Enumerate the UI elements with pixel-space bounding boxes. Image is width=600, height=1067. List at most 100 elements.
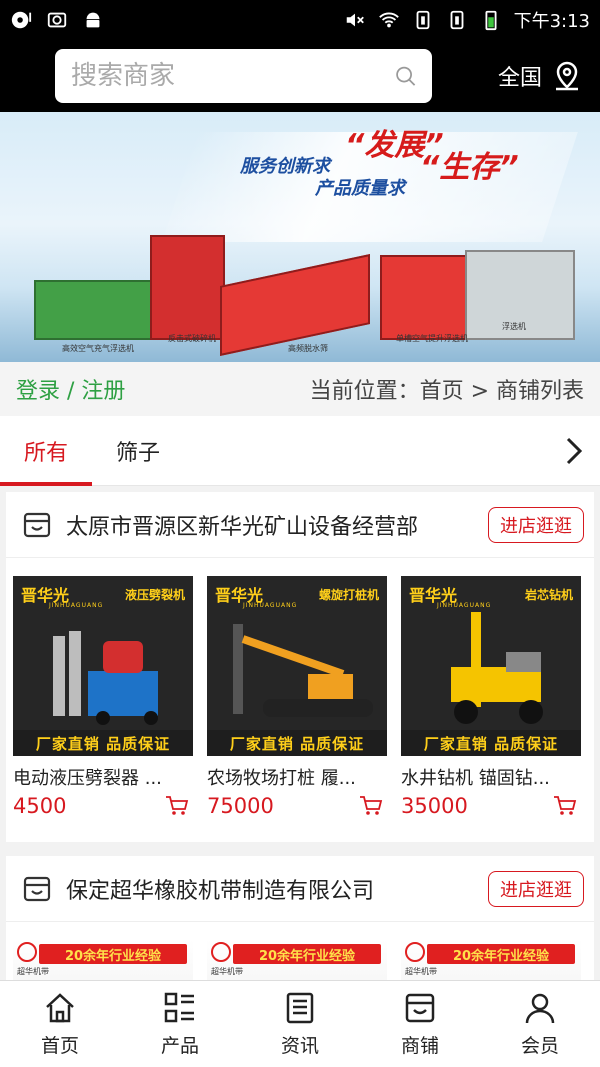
- status-time: 下午3:13: [513, 11, 590, 32]
- product-strip: 厂家直销 品质保证: [207, 730, 387, 756]
- product-price: 75000: [207, 794, 274, 818]
- disc-icon: [11, 11, 32, 29]
- shop-card: 太原市晋源区新华光矿山设备经营部 进店逛逛 晋华光 JINHUAGUANG 液压…: [6, 492, 594, 842]
- product-brand-sub: 超华机带: [17, 967, 49, 976]
- product-strip: 厂家直销 品质保证: [401, 730, 581, 756]
- product-item[interactable]: 晋华光 JINHUAGUANG 岩芯钻机 厂家直销 品质保证 水井钻机 锚固钻.…: [401, 576, 581, 818]
- breadcrumb-bar: 登录 / 注册 当前位置：首页 > 商铺列表: [0, 362, 600, 416]
- shop-header[interactable]: 太原市晋源区新华光矿山设备经营部 进店逛逛: [6, 492, 594, 558]
- visit-store-button[interactable]: 进店逛逛: [488, 506, 584, 543]
- pile-driver-image: [233, 624, 373, 717]
- user-icon: [525, 993, 555, 1023]
- product-title[interactable]: 电动液压劈裂器 ...: [13, 764, 193, 790]
- product-tag: 螺旋打桩机: [318, 588, 379, 602]
- chevron-right-icon[interactable]: [558, 434, 590, 468]
- nav-news-label: 资讯: [280, 1034, 319, 1057]
- visit-store-button[interactable]: 进店逛逛: [488, 870, 584, 907]
- machine-green: [34, 280, 154, 340]
- home-icon: [46, 992, 74, 1022]
- product-item[interactable]: 20余年行业经验 超华机带: [401, 940, 581, 980]
- machine-crusher: [150, 235, 225, 340]
- product-brand-sub: JINHUAGUANG: [49, 602, 104, 609]
- shop-header[interactable]: 保定超华橡胶机带制造有限公司 进店逛逛: [6, 856, 594, 922]
- product-price: 4500: [13, 794, 67, 818]
- bottom-nav: 首页 产品 资讯 商铺 会员: [0, 980, 600, 1067]
- cart-icon[interactable]: [553, 795, 577, 817]
- machine-label: 单槽空气提升浮选机: [396, 334, 468, 343]
- nav-stores-label: 商铺: [400, 1034, 439, 1057]
- machine-label: 反击式破碎机: [168, 334, 216, 343]
- store-icon: [23, 512, 51, 537]
- product-brand-sub: 超华机带: [405, 967, 437, 976]
- sim2-icon: [450, 10, 463, 30]
- nav-member[interactable]: 会员: [480, 981, 600, 1067]
- product-list: 20余年行业经验 超华机带 20余年行业经验 超华机带 20余年行业经验 超华机…: [6, 922, 594, 980]
- store-icon: [23, 876, 51, 901]
- battery-icon: [485, 10, 497, 31]
- product-image[interactable]: 20余年行业经验 超华机带: [401, 940, 581, 980]
- screenshot-icon: [47, 12, 67, 28]
- store-icon: [405, 993, 435, 1022]
- brand-logo: [405, 942, 425, 962]
- shop-name[interactable]: 保定超华橡胶机带制造有限公司: [66, 873, 488, 905]
- product-strip: 厂家直销 品质保证: [13, 730, 193, 756]
- product-tag: 液压劈裂机: [124, 588, 185, 602]
- product-brand-sub: JINHUAGUANG: [243, 602, 298, 609]
- product-title[interactable]: 农场牧场打桩 履...: [207, 764, 387, 790]
- product-banner-text: 20余年行业经验: [39, 944, 187, 964]
- product-image[interactable]: 20余年行业经验 超华机带: [207, 940, 387, 980]
- search-header: 全国: [0, 40, 600, 112]
- banner-slogan-4: “生存”: [420, 150, 519, 185]
- search-icon[interactable]: [395, 61, 416, 91]
- shop-card: 保定超华橡胶机带制造有限公司 进店逛逛 20余年行业经验 超华机带 20余年行业…: [6, 856, 594, 980]
- cart-icon[interactable]: [165, 795, 189, 817]
- cart-icon[interactable]: [359, 795, 383, 817]
- location-pin-icon: [556, 61, 578, 91]
- nav-member-label: 会员: [520, 1034, 559, 1057]
- tab-all[interactable]: 所有: [0, 417, 92, 486]
- product-item[interactable]: 20余年行业经验 超华机带: [207, 940, 387, 980]
- nav-home-label: 首页: [40, 1034, 79, 1057]
- region-selector[interactable]: 全国: [498, 60, 582, 92]
- mute-icon: [346, 13, 364, 27]
- product-banner-text: 20余年行业经验: [427, 944, 575, 964]
- product-item[interactable]: 20余年行业经验 超华机带: [13, 940, 193, 980]
- drilling-rig-image: [451, 612, 543, 724]
- machine-label: 浮选机: [502, 322, 526, 331]
- product-item[interactable]: 晋华光 JINHUAGUANG 液压劈裂机 厂家直销 品质保证 电动液压劈裂器 …: [13, 576, 193, 818]
- android-icon: [86, 12, 100, 28]
- search-input[interactable]: [71, 61, 395, 91]
- product-brand-sub: 超华机带: [211, 967, 243, 976]
- tab-sieve[interactable]: 筛子: [92, 417, 184, 485]
- promo-banner[interactable]: 服务创新求 “发展” 产品质量求 “生存” 高效空气充气浮选机 反击式破碎机 高…: [0, 112, 600, 362]
- banner-slogan-3: 产品质量求: [315, 178, 405, 199]
- nav-news[interactable]: 资讯: [240, 981, 360, 1067]
- nav-stores[interactable]: 商铺: [360, 981, 480, 1067]
- product-item[interactable]: 晋华光 JINHUAGUANG 螺旋打桩机 厂家直销 品质保证 农场牧场打桩 履…: [207, 576, 387, 818]
- nav-products[interactable]: 产品: [120, 981, 240, 1067]
- shop-name[interactable]: 太原市晋源区新华光矿山设备经营部: [66, 509, 488, 541]
- brand-logo: [17, 942, 37, 962]
- product-image[interactable]: 晋华光 JINHUAGUANG 螺旋打桩机 厂家直销 品质保证: [207, 576, 387, 756]
- search-box[interactable]: [55, 49, 432, 103]
- product-brand-sub: JINHUAGUANG: [437, 602, 492, 609]
- product-list: 晋华光 JINHUAGUANG 液压劈裂机 厂家直销 品质保证 电动液压劈裂器 …: [6, 558, 594, 818]
- breadcrumb: 当前位置：首页 > 商铺列表: [309, 379, 584, 404]
- news-icon: [286, 992, 314, 1023]
- product-image[interactable]: 晋华光 JINHUAGUANG 岩芯钻机 厂家直销 品质保证: [401, 576, 581, 756]
- nav-products-label: 产品: [160, 1034, 199, 1057]
- login-register-link[interactable]: 登录 / 注册: [16, 373, 125, 405]
- region-label: 全国: [497, 66, 542, 91]
- category-tabs: 所有 筛子: [0, 416, 600, 486]
- machine-label: 高频脱水筛: [288, 344, 328, 353]
- machine-screen: [220, 254, 370, 356]
- product-title[interactable]: 水井钻机 锚固钻...: [401, 764, 581, 790]
- product-tag: 岩芯钻机: [524, 588, 573, 602]
- nav-home[interactable]: 首页: [0, 981, 120, 1067]
- product-image[interactable]: 晋华光 JINHUAGUANG 液压劈裂机 厂家直销 品质保证: [13, 576, 193, 756]
- product-price: 35000: [401, 794, 468, 818]
- product-image[interactable]: 20余年行业经验 超华机带: [13, 940, 193, 980]
- sim1-icon: [416, 10, 429, 30]
- brand-logo: [211, 942, 231, 962]
- hydraulic-splitter-image: [53, 631, 158, 725]
